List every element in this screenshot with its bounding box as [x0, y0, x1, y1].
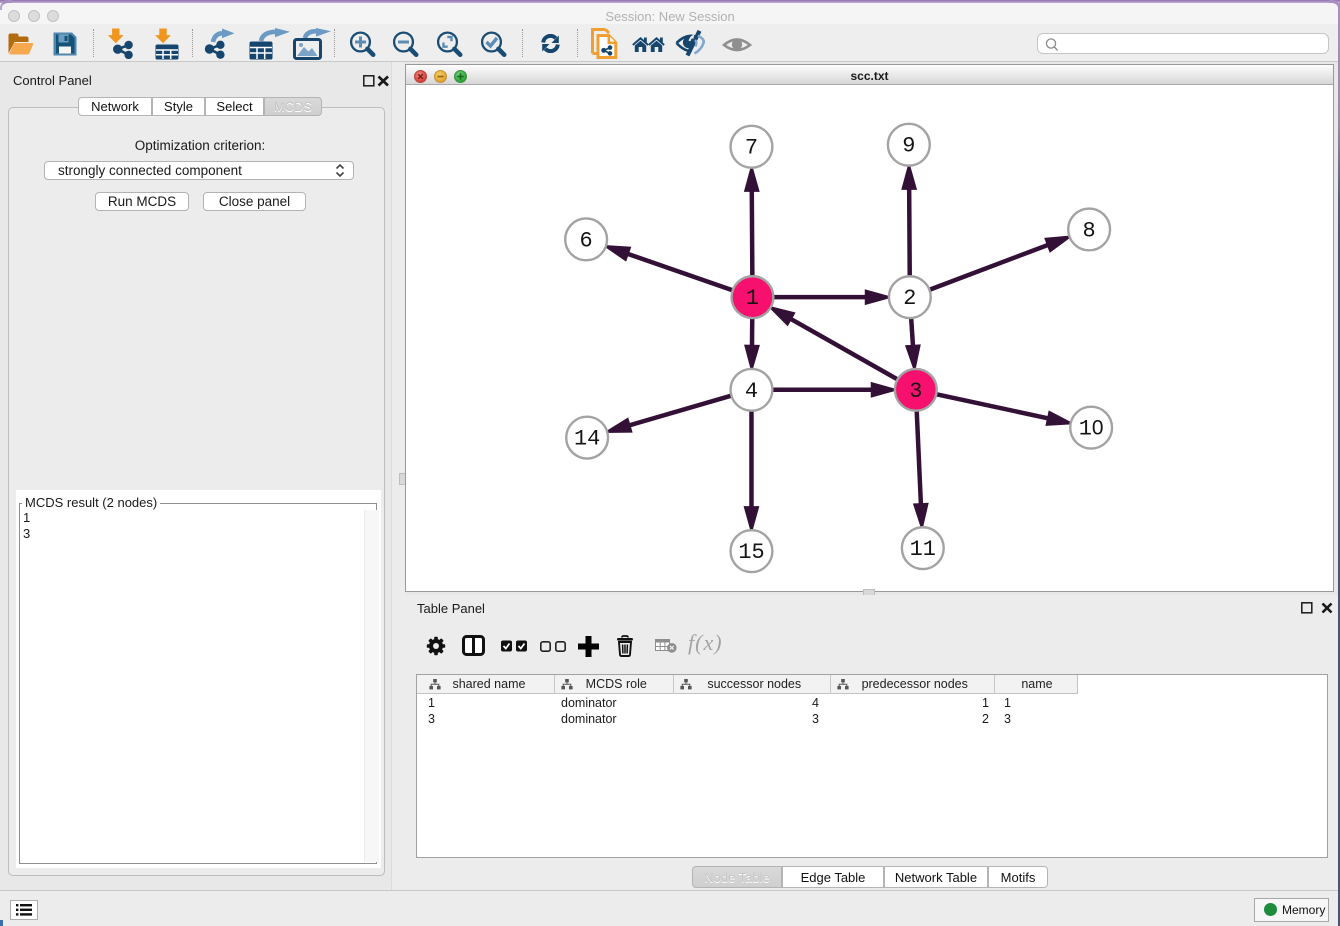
svg-text:1: 1	[746, 286, 759, 311]
svg-text:7: 7	[745, 136, 758, 161]
svg-text:6: 6	[580, 228, 593, 253]
svg-text:14: 14	[574, 427, 600, 452]
svg-text:4: 4	[745, 379, 758, 404]
svg-text:3: 3	[909, 379, 922, 404]
svg-text:10: 10	[1079, 417, 1104, 442]
svg-text:15: 15	[738, 540, 764, 565]
svg-text:2: 2	[903, 286, 916, 311]
svg-text:9: 9	[902, 134, 915, 159]
svg-text:8: 8	[1083, 218, 1096, 243]
svg-text:11: 11	[910, 537, 936, 562]
